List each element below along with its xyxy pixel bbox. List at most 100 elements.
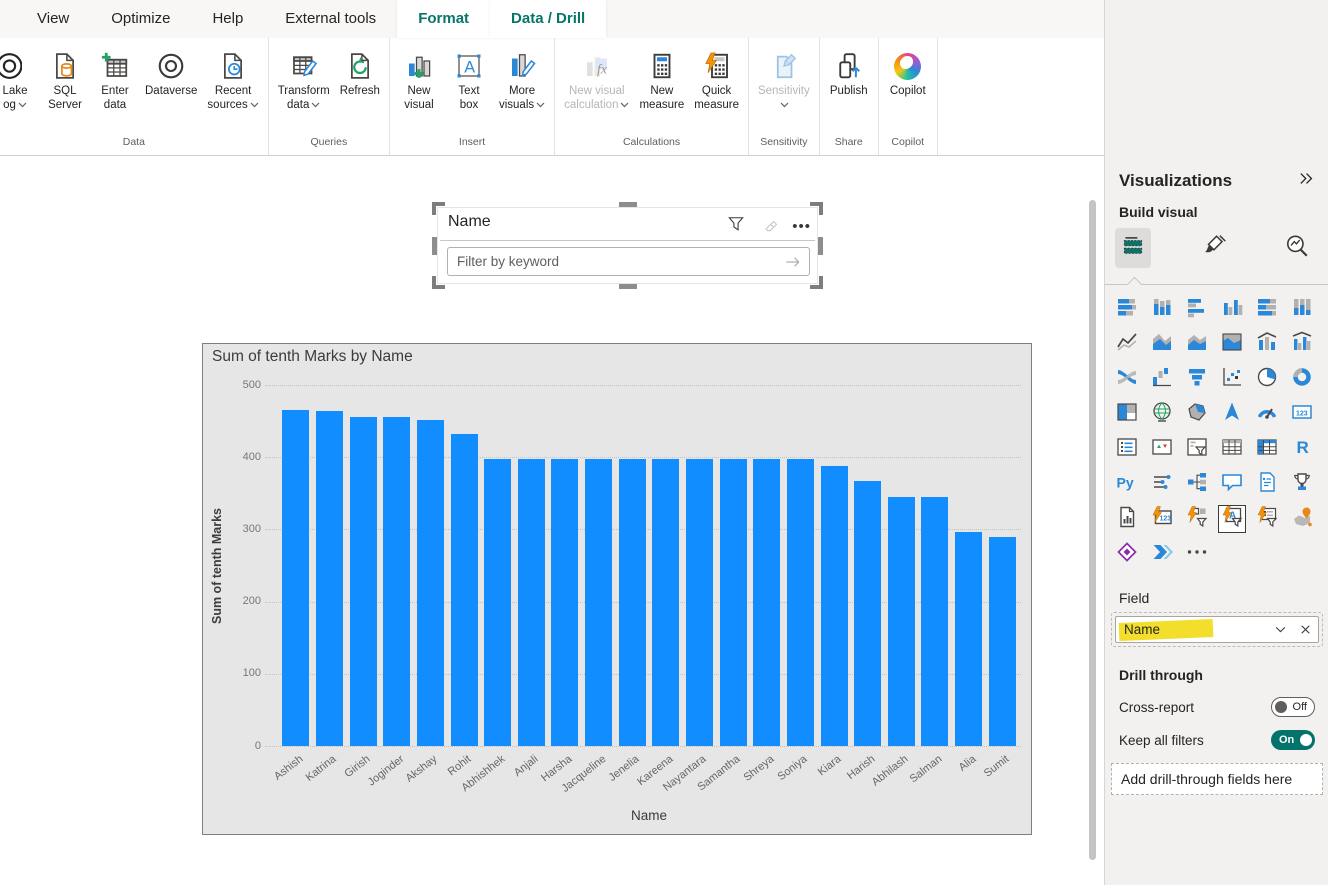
chevron-down-icon[interactable] bbox=[1274, 623, 1287, 641]
bar-joginder[interactable] bbox=[383, 417, 410, 746]
field-well[interactable]: Name bbox=[1115, 616, 1319, 643]
report-canvas[interactable]: Name ••• Sum of tenth Marks by Name Sum … bbox=[0, 157, 1104, 885]
visual-type-stacked-area-chart[interactable] bbox=[1183, 330, 1211, 358]
slicer-search-box[interactable] bbox=[447, 247, 810, 276]
bar-katrina[interactable] bbox=[316, 411, 343, 746]
selection-edge-handle[interactable] bbox=[619, 202, 637, 207]
visual-type-power-apps[interactable] bbox=[1113, 540, 1141, 568]
visual-type-scatter-chart[interactable] bbox=[1218, 365, 1246, 393]
onelake-catalog-button[interactable]: Lakeog bbox=[0, 46, 40, 114]
publish-button[interactable]: Publish bbox=[824, 46, 874, 100]
keep-all-filters-toggle[interactable]: On bbox=[1271, 730, 1315, 750]
visual-type-funnel-chart[interactable] bbox=[1183, 365, 1211, 393]
visual-type-gauge[interactable] bbox=[1253, 400, 1281, 428]
sql-server-button[interactable]: SQLServer bbox=[40, 46, 90, 114]
bar-chart-visual[interactable]: Sum of tenth Marks by Name Sum of tenth … bbox=[202, 343, 1032, 835]
visual-type-waterfall-chart[interactable] bbox=[1148, 365, 1176, 393]
selection-edge-handle[interactable] bbox=[432, 237, 437, 255]
visual-type-treemap[interactable] bbox=[1113, 400, 1141, 428]
search-arrow-icon[interactable] bbox=[783, 252, 803, 272]
chevron-double-right-icon[interactable] bbox=[1298, 170, 1315, 192]
bar-samantha[interactable] bbox=[720, 459, 747, 746]
visual-type-decomposition-tree[interactable] bbox=[1183, 470, 1211, 498]
bar-abhilash[interactable] bbox=[888, 497, 915, 746]
bar-ashish[interactable] bbox=[282, 410, 309, 746]
visual-type-r-script-visual[interactable]: R bbox=[1288, 435, 1316, 463]
visual-type-list-slicer[interactable] bbox=[1253, 505, 1281, 533]
slicer-visual[interactable]: Name ••• bbox=[437, 207, 818, 284]
visual-type-new-card[interactable]: 123 bbox=[1148, 505, 1176, 533]
visual-type-q-and-a[interactable] bbox=[1218, 470, 1246, 498]
remove-field-icon[interactable] bbox=[1299, 623, 1312, 641]
visual-type-clustered-column-chart[interactable] bbox=[1218, 295, 1246, 323]
bar-abhishhek[interactable] bbox=[484, 459, 511, 746]
field-well-dropzone[interactable]: Name bbox=[1111, 612, 1323, 647]
visual-type-area-chart[interactable] bbox=[1148, 330, 1176, 358]
canvas-scrollbar[interactable] bbox=[1089, 200, 1096, 860]
visual-type-100-stacked-column-chart[interactable] bbox=[1288, 295, 1316, 323]
drill-through-dropzone[interactable]: Add drill-through fields here bbox=[1111, 763, 1323, 795]
visual-type-slicer[interactable] bbox=[1183, 435, 1211, 463]
ribbon-tab-help[interactable]: Help bbox=[191, 0, 264, 38]
bar-nayantara[interactable] bbox=[686, 459, 713, 746]
bar-rohit[interactable] bbox=[451, 434, 478, 746]
text-box-button[interactable]: ATextbox bbox=[444, 46, 494, 114]
ribbon-tab-format[interactable]: Format bbox=[397, 0, 490, 38]
bar-harish[interactable] bbox=[854, 481, 881, 746]
visual-type-ribbon-chart[interactable] bbox=[1113, 365, 1141, 393]
new-measure-button[interactable]: Newmeasure bbox=[634, 46, 689, 114]
more-visuals-button[interactable]: Morevisuals bbox=[494, 46, 550, 114]
copilot-button[interactable]: Copilot bbox=[883, 46, 933, 100]
selection-edge-handle[interactable] bbox=[619, 284, 637, 289]
bar-soniya[interactable] bbox=[787, 459, 814, 746]
visual-type-card[interactable]: 123 bbox=[1288, 400, 1316, 428]
recent-sources-button[interactable]: Recentsources bbox=[202, 46, 263, 114]
visual-type-azure-map[interactable] bbox=[1218, 400, 1246, 428]
dataverse-button[interactable]: Dataverse bbox=[140, 46, 202, 100]
visual-type-key-influencers[interactable] bbox=[1148, 470, 1176, 498]
bar-jenelia[interactable] bbox=[619, 459, 646, 746]
ribbon-tab-view[interactable]: View bbox=[16, 0, 90, 38]
visual-type-donut-chart[interactable] bbox=[1288, 365, 1316, 393]
quick-measure-button[interactable]: Quickmeasure bbox=[689, 46, 744, 114]
slicer-search-input[interactable] bbox=[448, 254, 783, 269]
visual-type-line-and-stacked-column-chart[interactable] bbox=[1253, 330, 1281, 358]
visual-type-stacked-bar-chart[interactable] bbox=[1113, 295, 1141, 323]
visual-type-smart-narrative[interactable] bbox=[1253, 470, 1281, 498]
refresh-button[interactable]: Refresh bbox=[335, 46, 385, 100]
selection-corner-handle[interactable] bbox=[432, 276, 445, 289]
visual-type-more-visual-types[interactable] bbox=[1183, 540, 1211, 568]
visual-type-text-slicer[interactable]: A bbox=[1218, 505, 1246, 533]
visual-type-arcgis-map[interactable] bbox=[1288, 505, 1316, 533]
visual-type-100-stacked-area-chart[interactable] bbox=[1218, 330, 1246, 358]
bar-alia[interactable] bbox=[955, 532, 982, 746]
ribbon-tab-data-drill[interactable]: Data / Drill bbox=[490, 0, 606, 38]
transform-data-button[interactable]: Transformdata bbox=[273, 46, 335, 114]
visual-type-filled-map[interactable] bbox=[1183, 400, 1211, 428]
filter-icon[interactable] bbox=[726, 214, 746, 239]
visual-type-pie-chart[interactable] bbox=[1253, 365, 1281, 393]
eraser-icon[interactable] bbox=[759, 214, 779, 239]
visual-type-map[interactable] bbox=[1148, 400, 1176, 428]
bar-jacqueline[interactable] bbox=[585, 459, 612, 746]
pane-tab-analytics[interactable] bbox=[1279, 228, 1315, 268]
bar-akshay[interactable] bbox=[417, 420, 444, 746]
visual-type-paginated-report[interactable] bbox=[1113, 505, 1141, 533]
enter-data-button[interactable]: Enterdata bbox=[90, 46, 140, 114]
more-options-icon[interactable]: ••• bbox=[792, 218, 811, 235]
ribbon-tab-external-tools[interactable]: External tools bbox=[264, 0, 397, 38]
bar-sumit[interactable] bbox=[989, 537, 1016, 746]
visual-type-matrix[interactable] bbox=[1253, 435, 1281, 463]
pane-tab-format-visual[interactable] bbox=[1197, 228, 1233, 268]
cross-report-toggle[interactable]: Off bbox=[1271, 697, 1315, 717]
pane-tab-build-visual[interactable] bbox=[1115, 228, 1151, 268]
visual-type-multi-row-card[interactable] bbox=[1113, 435, 1141, 463]
bar-kareena[interactable] bbox=[652, 459, 679, 746]
visual-type-stacked-column-chart[interactable] bbox=[1148, 295, 1176, 323]
visual-type-table[interactable] bbox=[1218, 435, 1246, 463]
new-visual-button[interactable]: Newvisual bbox=[394, 46, 444, 114]
ribbon-tab-optimize[interactable]: Optimize bbox=[90, 0, 191, 38]
bar-girish[interactable] bbox=[350, 417, 377, 746]
visual-type-metrics[interactable] bbox=[1288, 470, 1316, 498]
selection-corner-handle[interactable] bbox=[810, 276, 823, 289]
